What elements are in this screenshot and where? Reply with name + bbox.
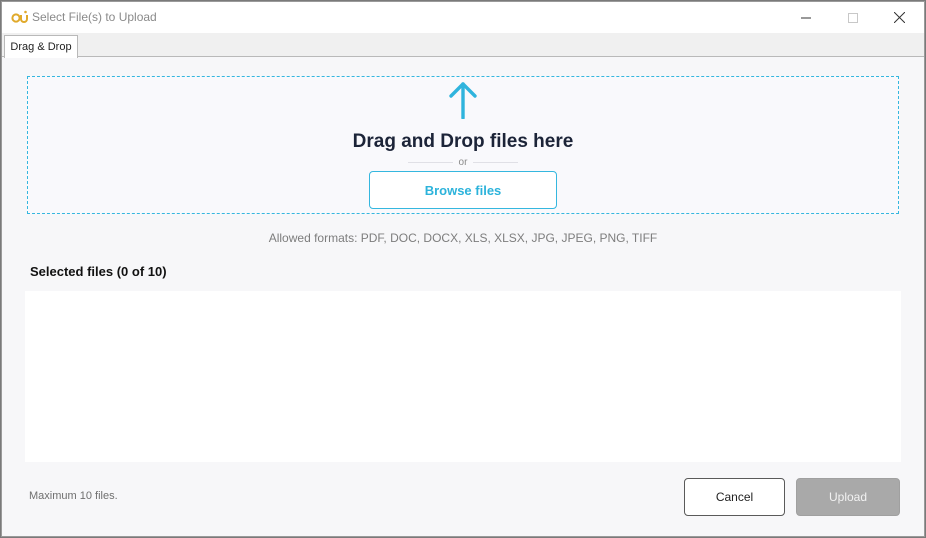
upload-button[interactable]: Upload (796, 478, 900, 516)
selected-files-title: Selected files (0 of 10) (30, 264, 167, 279)
ou-logo-icon (11, 10, 28, 23)
divider-line (408, 161, 453, 163)
tab-drag-and-drop[interactable]: Drag & Drop (4, 35, 78, 58)
cancel-button[interactable]: Cancel (684, 478, 785, 516)
close-icon (893, 12, 905, 23)
drop-zone[interactable]: Drag and Drop files here or Browse files (27, 76, 899, 214)
or-divider: or (408, 156, 518, 168)
or-label: or (458, 156, 468, 168)
max-files-note: Maximum 10 files. (29, 490, 118, 502)
drop-heading: Drag and Drop files here (352, 131, 574, 152)
close-button[interactable] (876, 2, 922, 33)
upload-dialog: Select File(s) to Upload Drag & Drop Dra… (1, 1, 925, 537)
title-bar[interactable]: Select File(s) to Upload (2, 2, 924, 33)
divider-line (473, 161, 518, 163)
allowed-formats: Allowed formats: PDF, DOC, DOCX, XLS, XL… (268, 231, 658, 245)
window-title: Select File(s) to Upload (32, 10, 157, 24)
browse-files-button[interactable]: Browse files (369, 171, 557, 209)
maximize-icon (848, 12, 858, 23)
minimize-icon (801, 17, 811, 18)
upload-arrow-icon (449, 82, 477, 119)
minimize-button[interactable] (783, 2, 829, 33)
maximize-button[interactable] (830, 2, 876, 33)
tab-strip: Drag & Drop (2, 33, 924, 58)
selected-files-list[interactable] (25, 291, 901, 462)
